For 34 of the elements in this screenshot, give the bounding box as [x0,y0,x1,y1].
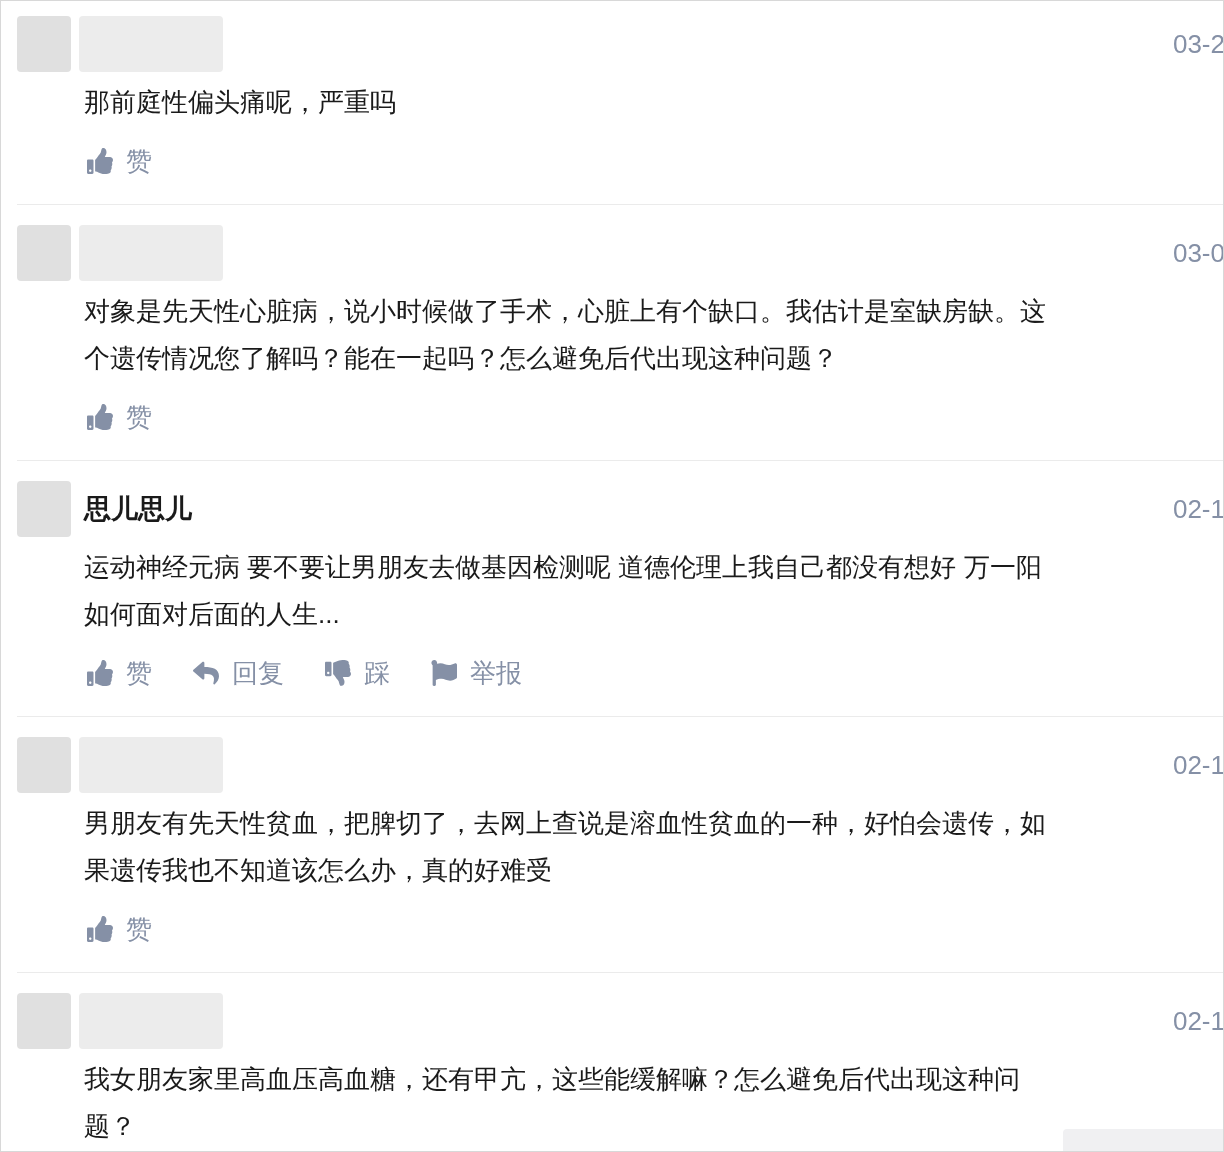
reply-icon [192,660,220,686]
avatar[interactable] [17,481,71,537]
comment-text: 我女朋友家里高血压高血糖，还有甲亢，这些能缓解嘛？怎么避免后代出现这种问 [84,1063,1020,1096]
thumbs-up-icon [86,660,114,686]
floating-button[interactable] [1063,1129,1223,1151]
comment-text: 对象是先天性心脏病，说小时候做了手术，心脏上有个缺口。我估计是室缺房缺。这 [84,295,1046,328]
comment-text: 那前庭性偏头痛呢，严重吗 [84,86,396,119]
author-name[interactable]: 思儿思儿 [84,488,192,530]
comment-text: 果遗传我也不知道该怎么办，真的好难受 [84,854,552,887]
thumbs-down-icon [324,660,352,686]
like-button[interactable]: 赞 [86,909,152,949]
like-button[interactable]: 赞 [86,141,152,181]
comment-text: 男朋友有先天性贫血，把脾切了，去网上查说是溶血性贫血的一种，好怕会遗传，如 [84,807,1046,840]
flag-icon [430,660,458,686]
avatar[interactable] [17,737,71,793]
comment-date: 03-2 [1172,27,1223,61]
thumbs-up-icon [86,404,114,430]
comment-text: 如何面对后面的人生... [84,598,340,631]
avatar[interactable] [17,993,71,1049]
thumbs-up-icon [86,916,114,942]
avatar[interactable] [17,225,71,281]
comment-date: 02-1 [1172,748,1223,782]
reply-button[interactable]: 回复 [192,653,284,693]
comment-date: 02-1 [1172,492,1223,526]
like-button[interactable]: 赞 [86,397,152,437]
thumbs-up-icon [86,148,114,174]
comment-text: 个遗传情况您了解吗？能在一起吗？怎么避免后代出现这种问题？ [84,342,838,375]
dislike-button[interactable]: 踩 [324,653,390,693]
report-button[interactable]: 举报 [430,653,522,693]
comment-date: 02-1 [1172,1004,1223,1038]
avatar[interactable] [17,16,71,72]
comment-text: 题？ [84,1110,136,1143]
like-button[interactable]: 赞 [86,653,152,693]
comment-text: 运动神经元病 要不要让男朋友去做基因检测呢 道德伦理上我自己都没有想好 万一阳 [84,551,1042,584]
